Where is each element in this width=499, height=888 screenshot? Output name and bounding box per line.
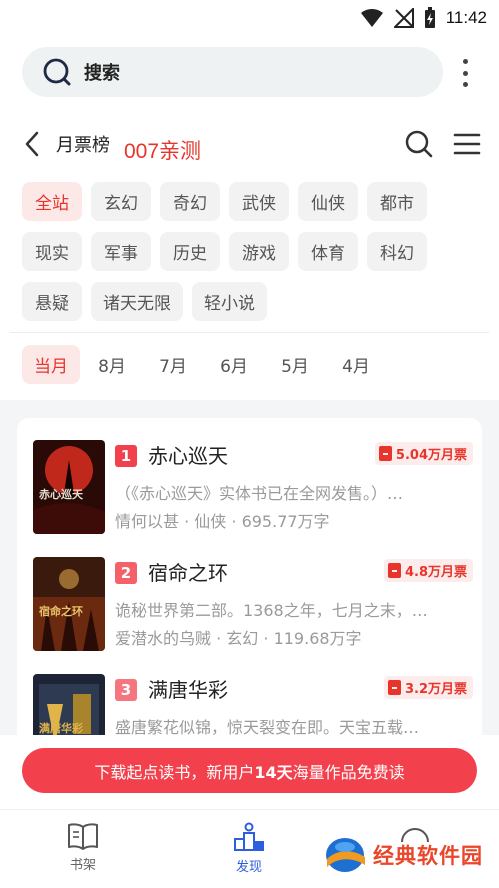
rank-badge: 3 (115, 679, 137, 701)
book-title: 宿命之环 (148, 563, 228, 585)
month-tab[interactable]: 8月 (83, 345, 141, 384)
watermark-text: 经典软件园 (373, 844, 483, 868)
genre-filter: 全站 玄幻 奇幻 武侠 仙侠 都市现实 军事 历史 游戏 体育 科幻悬疑 诸天无限 轻小说 (22, 182, 482, 321)
genre-chip[interactable]: 诸天无限 (91, 282, 183, 321)
book-genre: 玄幻 (226, 629, 259, 648)
genre-chip[interactable]: 军事 (91, 232, 151, 271)
nav-item-discover[interactable]: 发现 (219, 822, 279, 875)
status-time: 11:42 (445, 8, 487, 27)
rank-badge: 2 (115, 562, 137, 584)
download-banner[interactable]: 下载起点读书，新用户 14天 海量作品免费读 (22, 748, 477, 793)
podium-icon (234, 822, 264, 851)
wifi-icon (360, 8, 383, 27)
month-tab[interactable]: 6月 (205, 345, 263, 384)
genre-chip[interactable]: 武侠 (229, 182, 289, 221)
book-icon (68, 823, 98, 850)
month-tabs: 当月 8月 7月 6月 5月 4月 (22, 345, 385, 384)
cover-title: 宿命之环 (39, 605, 83, 618)
genre-chip[interactable]: 历史 (160, 232, 220, 271)
book-title: 赤心巡天 (148, 446, 228, 468)
monthly-votes-badge: 4.8万月票 (383, 559, 473, 582)
divider (10, 332, 489, 333)
search-icon[interactable] (405, 130, 433, 158)
title-actions (405, 130, 481, 158)
book-words: 695.77万字 (241, 512, 330, 531)
search-box[interactable]: 搜索 (22, 47, 443, 97)
banner-prefix: 下载起点读书，新用户 (94, 762, 255, 782)
page-title: 月票榜 (56, 135, 110, 156)
ticket-icon (378, 446, 392, 461)
nav-label-shelf: 书架 (69, 858, 96, 873)
book-item[interactable]: 宿命之环 2 宿命之环 4.8万月票诡秘世界第二部。1368之年，七月之末，… 爱潜水的… (33, 557, 473, 657)
search-row: 搜索 (22, 47, 489, 97)
month-tab[interactable]: 4月 (327, 345, 385, 384)
menu-icon[interactable] (453, 132, 481, 156)
banner-suffix: 海量作品免费读 (292, 762, 405, 782)
banner-highlight: 14天 (254, 762, 293, 782)
ticket-icon (387, 680, 401, 695)
title-row: 月票榜 007亲测 (24, 124, 481, 164)
genre-chip[interactable]: 仙侠 (298, 182, 358, 221)
genre-chip[interactable]: 都市 (367, 182, 427, 221)
book-author: 爱潜水的乌贼 (115, 629, 212, 648)
chevron-left-icon (25, 131, 39, 157)
search-label: 搜索 (84, 63, 120, 84)
status-bar: 11:42 (0, 0, 499, 36)
more-options-icon[interactable] (461, 59, 469, 87)
genre-chip[interactable]: 体育 (298, 232, 358, 271)
votes-text: 5.04万月票 (395, 448, 467, 463)
book-words: 119.68万字 (273, 629, 362, 648)
search-icon (43, 58, 71, 86)
genre-chip[interactable]: 悬疑 (22, 282, 82, 321)
book-meta: 爱潜水的乌贼 · 玄幻 · 119.68万字 (115, 629, 362, 648)
overlay-note: 007亲测 (124, 140, 202, 163)
genre-chip[interactable]: 全站 (22, 182, 82, 221)
book-meta: 情何以甚 · 仙侠 · 695.77万字 (115, 512, 330, 531)
cover-title: 满唐华彩 (39, 722, 83, 735)
month-tab[interactable]: 5月 (266, 345, 324, 384)
book-genre: 仙侠 (194, 512, 227, 531)
book-cover: 宿命之环 (33, 557, 105, 651)
book-description: （《赤心巡天》实体书已在全网发售。）… (115, 484, 404, 503)
month-tab[interactable]: 7月 (144, 345, 202, 384)
back-button[interactable] (24, 126, 48, 162)
monthly-votes-badge: 5.04万月票 (374, 442, 473, 465)
battery-charging-icon (424, 7, 435, 28)
genre-chip[interactable]: 科幻 (367, 232, 427, 271)
month-tab[interactable]: 当月 (22, 345, 80, 384)
book-author: 情何以甚 (115, 512, 180, 531)
watermark: 经典软件园 (323, 835, 483, 875)
votes-text: 3.2万月票 (404, 682, 467, 697)
cover-title: 赤心巡天 (39, 488, 83, 501)
monthly-votes-badge: 3.2万月票 (383, 676, 473, 699)
nav-label-discover: 发现 (235, 860, 262, 875)
genre-chip[interactable]: 玄幻 (91, 182, 151, 221)
nav-item-shelf[interactable]: 书架 (53, 822, 113, 873)
watermark-logo-icon (326, 838, 365, 872)
book-cover: 赤心巡天 (33, 440, 105, 534)
genre-chip[interactable]: 现实 (22, 232, 82, 271)
book-item[interactable]: 赤心巡天 1 赤心巡天 5.04万月票 （《赤心巡天》实体书已在全网发售。）… 情何以甚 … (33, 440, 473, 540)
no-signal-icon (393, 8, 414, 28)
rank-badge: 1 (115, 445, 137, 467)
book-title: 满唐华彩 (148, 680, 228, 702)
genre-chip[interactable]: 轻小说 (192, 282, 267, 321)
book-description: 诡秘世界第二部。1368之年，七月之末，… (115, 601, 428, 620)
genre-chip[interactable]: 奇幻 (160, 182, 220, 221)
screen: 11:42 搜索 月票榜 007亲测 全站 玄幻 奇幻 武侠 仙侠 都市 现实 军事 历史 游戏体… (0, 0, 499, 888)
ticket-icon (387, 563, 401, 578)
votes-text: 4.8万月票 (404, 565, 467, 580)
genre-chip[interactable]: 游戏 (229, 232, 289, 271)
